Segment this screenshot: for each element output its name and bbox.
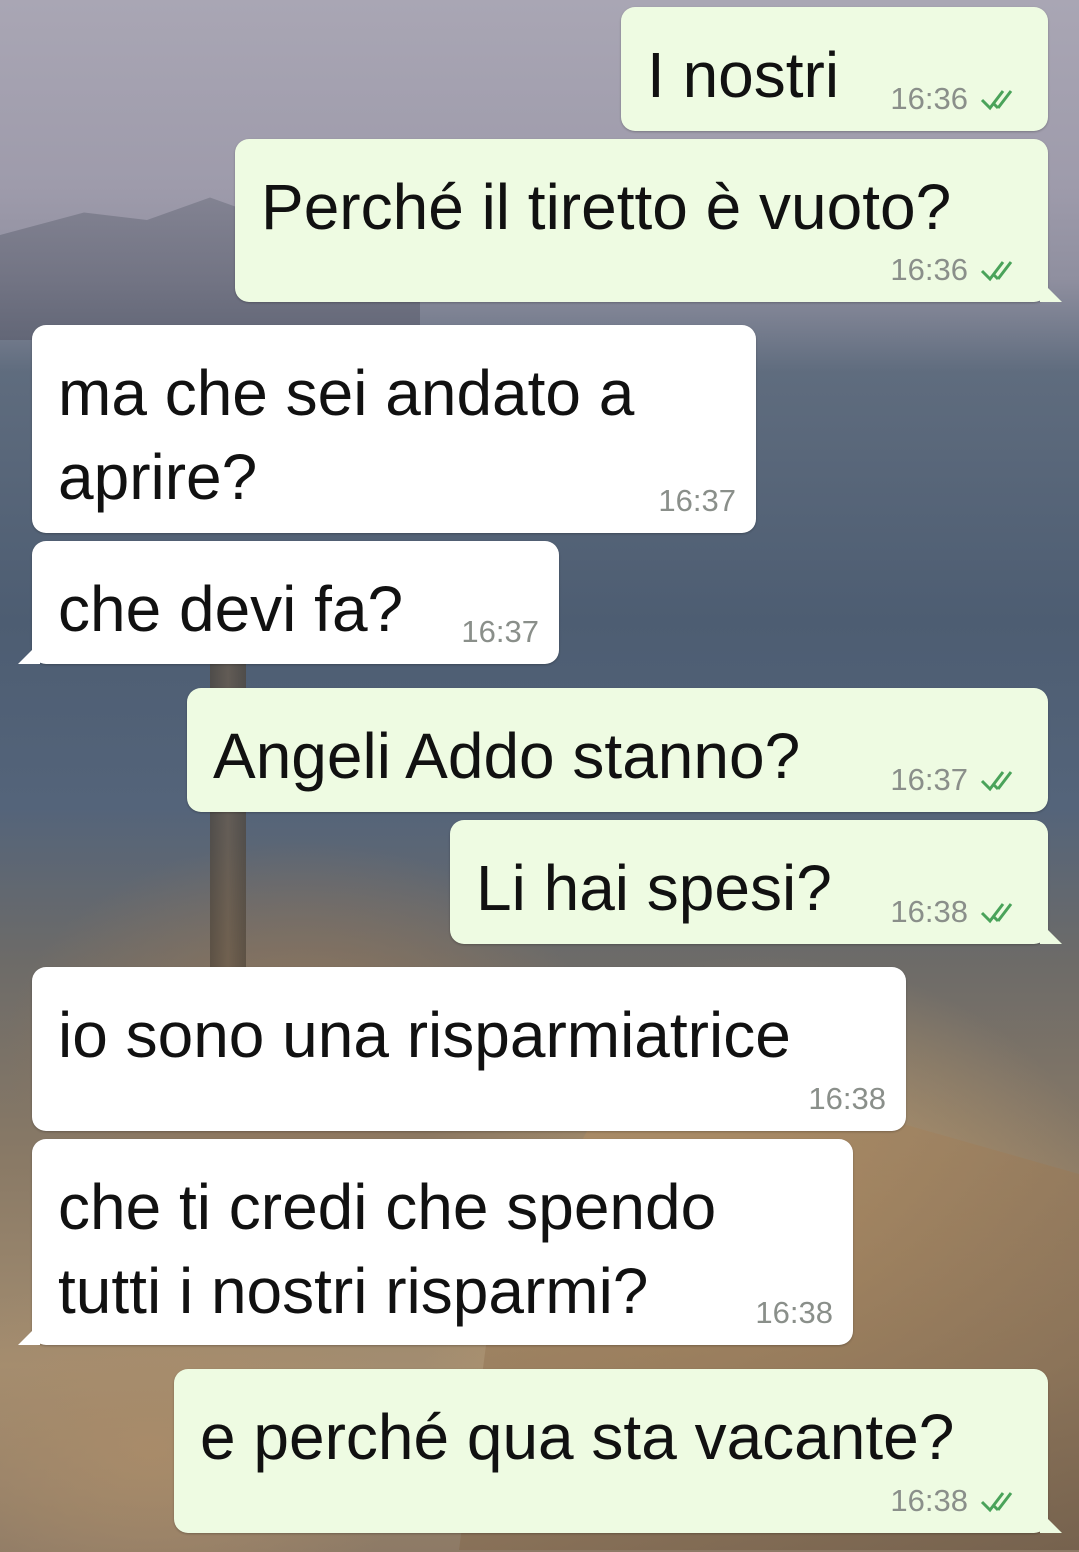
message-text: Li hai spesi? (476, 852, 832, 924)
message-bubble-incoming[interactable]: ma che sei andato a aprire? 16:37 (32, 325, 756, 533)
message-text: e perché qua sta vacante? (200, 1401, 955, 1473)
message-text: ma che sei andato a aprire? (58, 357, 635, 513)
message-meta: 16:36 (890, 81, 1028, 117)
message-text: Perché il tiretto è vuoto? (261, 171, 952, 243)
message-bubble-incoming[interactable]: che devi fa? 16:37 (32, 541, 559, 664)
message-time: 16:36 (890, 81, 968, 116)
message-meta: 16:38 (890, 1483, 1028, 1519)
message-bubble-outgoing[interactable]: Perché il tiretto è vuoto? 16:36 (235, 139, 1048, 302)
double-check-icon (980, 771, 1013, 792)
message-time: 16:37 (461, 614, 539, 649)
message-bubble-outgoing[interactable]: I nostri 16:36 (621, 7, 1048, 131)
message-time: 16:36 (890, 252, 968, 287)
message-meta: 16:36 (890, 252, 1028, 288)
message-time: 16:38 (890, 1483, 968, 1518)
message-meta: 16:38 (755, 1295, 833, 1331)
message-text: io sono una risparmiatrice (58, 999, 791, 1071)
message-meta: 16:38 (808, 1081, 886, 1117)
message-meta: 16:38 (890, 894, 1028, 930)
message-bubble-incoming[interactable]: io sono una risparmiatrice 16:38 (32, 967, 906, 1131)
message-time: 16:38 (890, 894, 968, 929)
message-meta: 16:37 (890, 762, 1028, 798)
message-time: 16:37 (890, 762, 968, 797)
message-text: che ti credi che spendo tutti i nostri r… (58, 1171, 717, 1327)
message-text: che devi fa? (58, 573, 404, 645)
double-check-icon (980, 90, 1013, 111)
double-check-icon (980, 261, 1013, 282)
message-list[interactable]: I nostri 16:36 Perché il tiretto è vuoto… (0, 0, 1079, 1552)
message-time: 16:37 (658, 483, 736, 518)
message-bubble-outgoing[interactable]: Angeli Addo stanno? 16:37 (187, 688, 1048, 812)
message-bubble-incoming[interactable]: che ti credi che spendo tutti i nostri r… (32, 1139, 853, 1345)
message-bubble-outgoing[interactable]: e perché qua sta vacante? 16:38 (174, 1369, 1048, 1533)
message-meta: 16:37 (658, 483, 736, 519)
message-text: Angeli Addo stanno? (213, 720, 801, 792)
message-bubble-outgoing[interactable]: Li hai spesi? 16:38 (450, 820, 1048, 944)
double-check-icon (980, 1492, 1013, 1513)
message-meta: 16:37 (461, 614, 539, 650)
message-time: 16:38 (808, 1081, 886, 1116)
double-check-icon (980, 903, 1013, 924)
message-time: 16:38 (755, 1295, 833, 1330)
message-text: I nostri (647, 39, 840, 111)
